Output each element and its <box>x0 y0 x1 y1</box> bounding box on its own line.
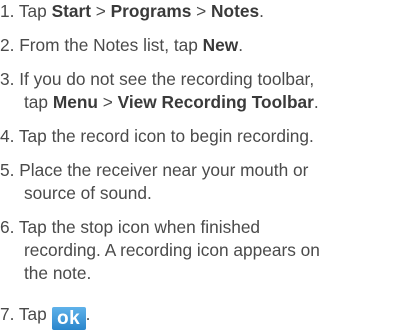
start-label: Start <box>51 1 91 21</box>
step-number: 2. <box>0 35 20 55</box>
step-3: 3. If you do not see the recording toolb… <box>0 68 398 114</box>
step-2: 2. From the Notes list, tap New. <box>0 35 244 55</box>
step-6-line-3: the note. <box>24 263 92 283</box>
ok-icon: ok <box>51 307 86 330</box>
step-1: 1. Tap Start > Programs > Notes. <box>0 1 264 21</box>
step-number: 3. <box>0 69 20 89</box>
instruction-steps: 1. Tap Start > Programs > Notes. 2. From… <box>0 0 398 335</box>
programs-label: Programs <box>110 1 192 21</box>
menu-label: Menu <box>52 92 98 112</box>
step-4: 4. Tap the record icon to begin recordin… <box>0 126 314 146</box>
new-label: New <box>202 35 239 55</box>
step-number: 6. <box>0 217 19 237</box>
notes-label: Notes <box>211 1 260 21</box>
step-7: 7. Tap ok. <box>0 304 91 330</box>
step-3-line-2: tap Menu > View Recording Toolbar. <box>24 92 319 112</box>
step-number: 1. <box>0 1 19 21</box>
step-6-line-2: recording. A recording icon appears on <box>24 240 320 260</box>
step-6: 6. Tap the stop icon when finished recor… <box>0 216 398 285</box>
step-number: 4. <box>0 126 19 146</box>
step-5: 5. Place the receiver near your mouth or… <box>0 159 398 205</box>
view-recording-toolbar-label: View Recording Toolbar <box>117 92 314 112</box>
step-number: 7. <box>0 304 19 324</box>
step-5-line-2: source of sound. <box>24 183 152 203</box>
step-number: 5. <box>0 160 20 180</box>
